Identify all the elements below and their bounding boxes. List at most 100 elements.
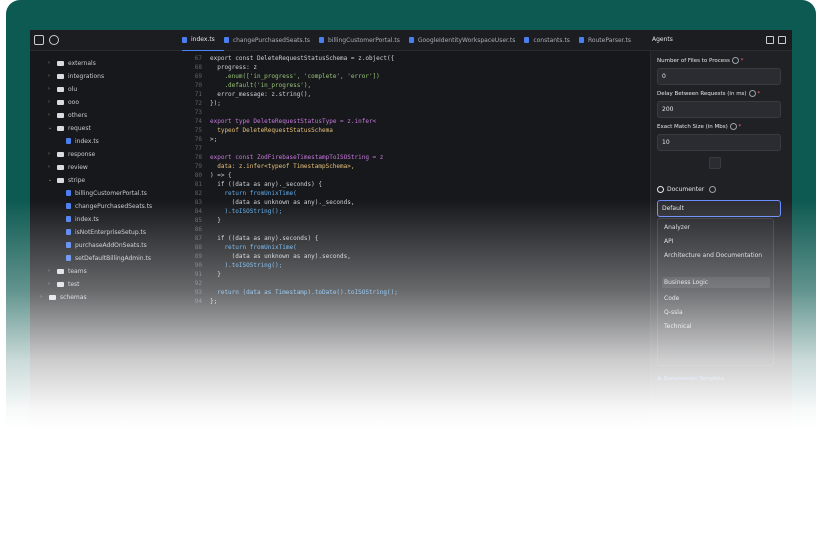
tree-item[interactable]: changePurchasedSeats.ts [66,200,152,212]
code-line: 90 ).toISOString(); [194,262,283,269]
info-icon[interactable] [729,123,737,130]
tree-item[interactable]: ⌄ request [48,122,91,134]
tree-item[interactable]: › ooo [48,96,79,108]
code-line: 78 export const ZodFirebaseTimestampToISO… [194,154,384,161]
exact-match-size-label: Exact Match Size (in Mbs) * [657,123,742,130]
copy-icon[interactable] [766,36,774,44]
minimize-icon[interactable] [778,36,786,44]
dropdown-option[interactable]: Q-ssla [664,308,768,317]
code-line: 73 [194,109,202,116]
info-icon[interactable] [731,57,739,64]
tab-index-ts[interactable]: index.ts [182,30,224,51]
dropdown-option-selected[interactable]: Business Logic [662,277,770,288]
tab-billing-customer-portal[interactable]: billingCustomerPortal.ts [319,30,409,50]
dropdown-option[interactable]: Code [664,294,768,303]
chevron-right-icon: › [48,73,50,79]
typescript-file-icon [66,138,71,144]
code-editor[interactable]: 67 export const DeleteRequestStatusSchema… [180,51,642,430]
code-line: 91 } [194,271,221,278]
tree-item-label: changePurchasedSeats.ts [75,202,153,210]
tree-item[interactable]: › olu [48,83,77,95]
delay-between-requests-input[interactable]: 200 [657,101,781,118]
laptop-bezel: index.ts changePurchasedSeats.ts billing… [6,0,816,430]
tree-item[interactable]: billingCustomerPortal.ts [66,187,147,199]
chevron-right-icon: › [48,99,50,105]
tree-item-label: index.ts [75,137,99,145]
code-line: 82 return fromUnixTime( [194,190,297,197]
tab-route-parser[interactable]: RouteParser.ts [578,30,640,50]
tree-item[interactable]: index.ts [66,213,99,225]
tree-item-label: response [68,150,96,158]
code-line: 80) => { [194,172,232,179]
chevron-right-icon: › [48,268,50,274]
folder-icon [57,112,64,118]
folder-open-icon [57,177,64,183]
tree-item[interactable]: › schemas [40,291,87,303]
folder-icon [57,268,64,274]
sidebar-toolbar [30,30,182,50]
tree-item-label: request [68,124,91,132]
tab-label: changePurchasedSeats.ts [232,36,310,44]
dropdown-option[interactable]: Technical [664,322,768,331]
tree-item-label: teams [68,267,87,275]
chevron-down-icon: ⌄ [48,177,53,183]
tree-item-label: purchaseAddOnSeats.ts [75,241,147,249]
documenter-select[interactable]: Default [657,200,781,217]
code-line: 68 progress: z [194,64,257,71]
tree-item[interactable]: › response [48,148,95,160]
info-icon[interactable] [49,35,59,45]
tree-item-label: ooo [68,98,80,106]
tab-label: constants.ts [533,36,570,44]
files-to-process-input[interactable]: 0 [657,68,781,85]
tab-label: index.ts [191,36,215,43]
tree-item[interactable]: › teams [48,265,87,277]
tree-item[interactable]: › externals [48,57,96,69]
tree-item-label: setDefaultBillingAdmin.ts [75,254,151,262]
tree-item[interactable]: setDefaultBillingAdmin.ts [66,252,151,264]
code-line: 72}); [194,100,221,107]
tree-item[interactable]: purchaseAddOnSeats.ts [66,239,147,251]
folder-icon [57,73,64,79]
documenter-toggle[interactable]: Documenter [657,186,717,193]
info-icon[interactable] [709,186,717,193]
code-line: 77 [194,145,202,152]
explorer-icon[interactable] [34,35,44,45]
documenter-template-link[interactable]: ⊕ Documenter Template [657,376,724,382]
chevron-right-icon: › [48,151,50,157]
folder-icon [57,60,64,66]
code-line: 93 return (data as Timestamp).toDate().t… [194,289,398,296]
typescript-file-icon [524,37,530,43]
typescript-file-icon [408,37,414,43]
code-line: 85 } [194,217,221,224]
delete-icon[interactable] [709,157,721,169]
tree-item[interactable]: › others [48,109,87,121]
tab-change-purchased-seats[interactable]: changePurchasedSeats.ts [223,30,319,50]
tab-google-identity[interactable]: GoogleIdentityWorkspaceUser.ts [408,30,524,50]
code-line: 71 error_message: z.string(), [194,91,312,98]
tree-item[interactable]: › review [48,161,88,173]
folder-icon [57,86,64,92]
ide-window: index.ts changePurchasedSeats.ts billing… [30,30,792,430]
checkbox-icon[interactable] [657,186,664,193]
folder-icon [57,164,64,170]
exact-match-size-input[interactable]: 10 [657,134,781,151]
typescript-file-icon [319,37,324,43]
tree-item[interactable]: index.ts [66,135,99,147]
tree-item[interactable]: ⌄ stripe [48,174,85,186]
typescript-file-icon [66,229,71,235]
info-icon[interactable] [748,90,756,97]
dropdown-option[interactable]: API [664,237,768,246]
tab-label: GoogleIdentityWorkspaceUser.ts [417,36,516,44]
chevron-right-icon: › [48,164,50,170]
code-line: 86 [194,226,202,233]
tab-constants[interactable]: constants.ts [524,30,579,50]
tree-item[interactable]: › test [48,278,80,290]
typescript-file-icon [182,36,187,43]
code-line: 74 export type DeleteRequestStatusType = … [194,118,377,125]
tree-item[interactable]: isNotEnterpriseSetup.ts [66,226,146,238]
tree-item[interactable]: › integrations [48,70,104,82]
dropdown-option[interactable]: Analyzer [664,223,768,232]
dropdown-option[interactable]: Architecture and Documentation [664,251,768,260]
tree-item-label: integrations [68,72,105,80]
code-line: 89 (data as unknown as any).seconds, [194,253,351,260]
